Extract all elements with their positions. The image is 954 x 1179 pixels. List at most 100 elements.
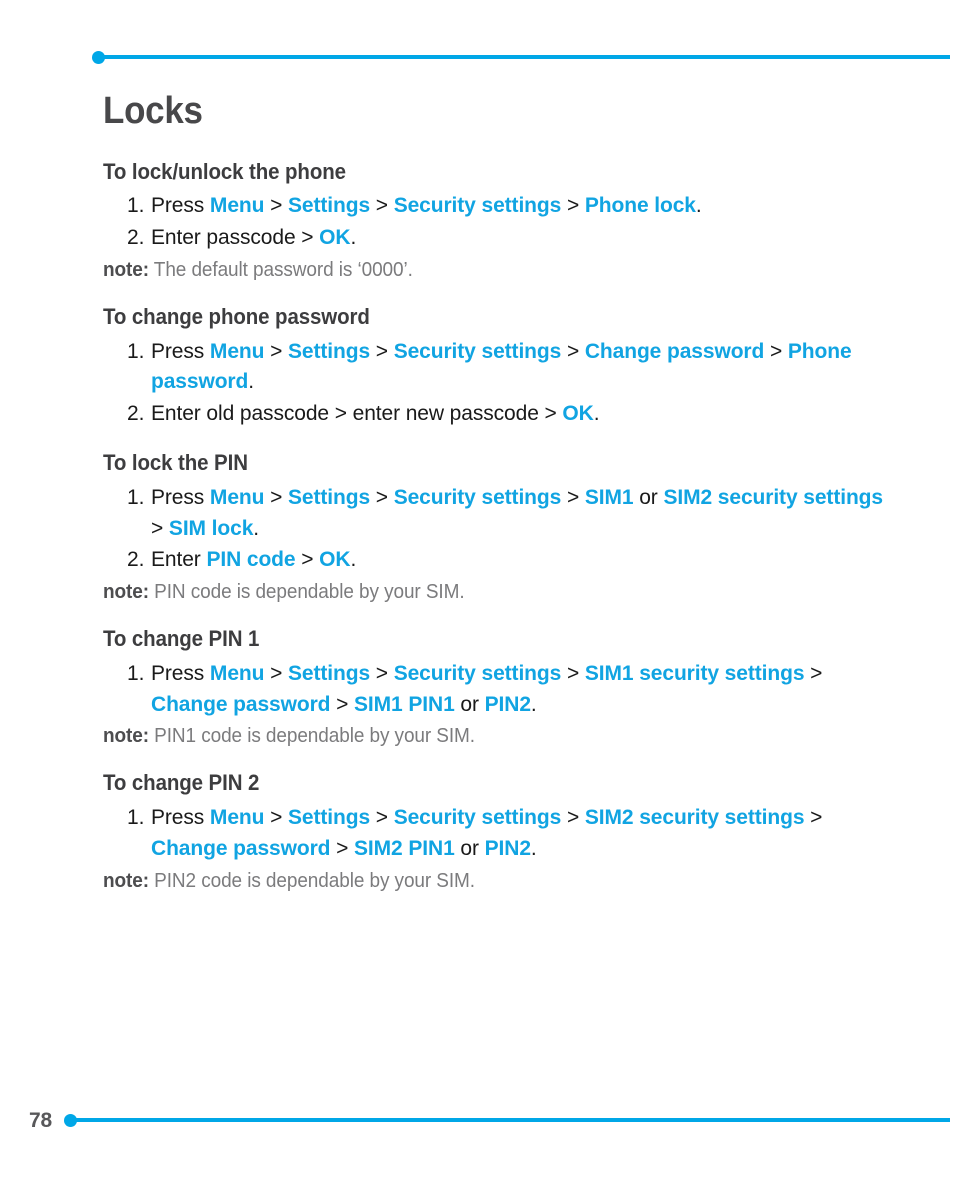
- menu-path-token[interactable]: Change password: [585, 340, 764, 363]
- step-text-fragment: or: [633, 485, 664, 509]
- step-text-fragment: >: [561, 485, 585, 509]
- menu-path-token[interactable]: OK: [562, 402, 593, 425]
- step-text-fragment: or: [454, 692, 485, 716]
- menu-path-token[interactable]: Settings: [288, 340, 370, 363]
- step-text-fragment: .: [530, 692, 537, 716]
- step-text-fragment: .: [248, 370, 254, 394]
- step-list: 1. Press Menu > Settings > Security setti…: [103, 659, 893, 721]
- section-heading: To change phone password: [103, 304, 370, 330]
- menu-path-token[interactable]: OK: [319, 226, 350, 249]
- menu-path-token[interactable]: Security settings: [394, 662, 562, 685]
- note-label: note:: [103, 581, 149, 604]
- section: To change PIN 2 1. Press Menu > Settings >…: [103, 769, 893, 894]
- sections-container: To lock/unlock the phone 1. Press Menu > S…: [103, 158, 893, 895]
- step-text-fragment: .: [350, 226, 357, 250]
- step-text: Press Menu > Settings > Security setting…: [151, 486, 883, 540]
- section-heading: To lock/unlock the phone: [103, 158, 346, 184]
- menu-path-token[interactable]: OK: [319, 548, 350, 571]
- section-heading: To lock the PIN: [103, 450, 248, 476]
- menu-path-token[interactable]: PIN code: [206, 548, 295, 571]
- step-text-fragment: Press: [151, 805, 210, 829]
- step-list: 1. Press Menu > Settings > Security setti…: [103, 483, 893, 577]
- step-text-fragment: >: [804, 661, 823, 685]
- menu-path-token[interactable]: SIM1 PIN1: [354, 693, 455, 716]
- step-text-fragment: .: [350, 548, 357, 572]
- menu-path-token[interactable]: SIM2 PIN1: [354, 837, 455, 860]
- step-text-fragment: >: [370, 805, 394, 829]
- step-text-fragment: >: [561, 339, 585, 363]
- menu-path-token[interactable]: Change password: [151, 837, 330, 860]
- step-marker: 2.: [127, 402, 145, 426]
- note-text: PIN1 code is dependable by your SIM.: [148, 725, 475, 748]
- step-text: Press Menu > Settings > Security setting…: [151, 662, 822, 716]
- menu-path-token[interactable]: Settings: [288, 662, 370, 685]
- step-text-fragment: >: [370, 339, 394, 363]
- step-text-fragment: >: [370, 661, 394, 685]
- step-text-fragment: >: [330, 692, 355, 716]
- step-text-fragment: .: [530, 836, 537, 860]
- step-text: Enter PIN code > OK.: [151, 548, 356, 571]
- step-text-fragment: .: [253, 516, 260, 540]
- note: note: PIN2 code is dependable by your SI…: [103, 867, 854, 895]
- menu-path-token[interactable]: SIM lock: [169, 517, 253, 540]
- step-text-fragment: >: [804, 805, 823, 829]
- step-text-fragment: >: [264, 339, 288, 363]
- note-text: PIN code is dependable by your SIM.: [148, 581, 465, 604]
- menu-path-token[interactable]: Security settings: [394, 486, 562, 509]
- step-text-fragment: Press: [151, 661, 210, 685]
- menu-path-token[interactable]: Menu: [210, 486, 265, 509]
- menu-path-token[interactable]: Settings: [288, 486, 370, 509]
- section: To change phone password 1. Press Menu > S…: [103, 303, 893, 430]
- note-text: PIN2 code is dependable by your SIM.: [148, 869, 475, 892]
- menu-path-token[interactable]: Menu: [210, 194, 265, 217]
- step-text-fragment: >: [370, 485, 394, 509]
- menu-path-token[interactable]: Change password: [151, 693, 330, 716]
- step-text-fragment: Enter passcode >: [151, 226, 320, 250]
- step-marker: 2.: [127, 548, 145, 572]
- step-item: 2. Enter old passcode > enter new passcod…: [103, 399, 893, 430]
- menu-path-token[interactable]: PIN2: [485, 693, 531, 716]
- menu-path-token[interactable]: SIM2 security settings: [585, 806, 805, 829]
- menu-path-token[interactable]: SIM2 security settings: [663, 486, 883, 509]
- step-marker: 1.: [127, 661, 145, 685]
- menu-path-token[interactable]: Menu: [210, 340, 265, 363]
- section: To change PIN 1 1. Press Menu > Settings >…: [103, 625, 893, 750]
- menu-path-token[interactable]: Settings: [288, 806, 370, 829]
- menu-path-token[interactable]: Security settings: [394, 340, 562, 363]
- menu-path-token[interactable]: Security settings: [394, 194, 562, 217]
- step-text-fragment: >: [764, 339, 788, 363]
- step-text-fragment: or: [454, 836, 485, 860]
- menu-path-token[interactable]: Menu: [210, 662, 265, 685]
- note: note: The default password is ‘0000’.: [103, 256, 854, 284]
- step-text-fragment: >: [561, 194, 585, 218]
- step-text-fragment: >: [151, 516, 169, 540]
- menu-path-token[interactable]: Security settings: [394, 806, 562, 829]
- step-text-fragment: >: [370, 194, 394, 218]
- step-marker: 1.: [127, 485, 145, 509]
- note-label: note:: [103, 869, 149, 892]
- step-item: 1. Press Menu > Settings > Security setti…: [103, 337, 893, 399]
- menu-path-token[interactable]: SIM1: [585, 486, 634, 509]
- step-list: 1. Press Menu > Settings > Security setti…: [103, 337, 893, 431]
- menu-path-token[interactable]: Settings: [288, 194, 370, 217]
- menu-path-token[interactable]: PIN2: [485, 837, 531, 860]
- menu-path-token[interactable]: Menu: [210, 806, 265, 829]
- page-number: 78: [29, 1108, 52, 1132]
- step-text-fragment: >: [561, 661, 585, 685]
- step-list: 1. Press Menu > Settings > Security setti…: [103, 191, 893, 254]
- menu-path-token[interactable]: SIM1 security settings: [585, 662, 805, 685]
- note-label: note:: [103, 259, 149, 282]
- note-label: note:: [103, 725, 149, 748]
- step-marker: 1.: [127, 805, 145, 829]
- section-heading: To change PIN 1: [103, 626, 260, 652]
- section: To lock/unlock the phone 1. Press Menu > S…: [103, 158, 893, 284]
- rule-line: [104, 55, 950, 59]
- step-text: Enter old passcode > enter new passcode …: [151, 402, 600, 426]
- step-text: Enter passcode > OK.: [151, 226, 356, 249]
- step-text-fragment: Press: [151, 194, 210, 218]
- step-text-fragment: Enter old passcode > enter new passcode …: [151, 402, 563, 426]
- step-item: 2. Enter passcode > OK.: [103, 223, 893, 254]
- step-text-fragment: >: [330, 836, 355, 860]
- menu-path-token[interactable]: Phone lock: [585, 194, 696, 217]
- footer-rule: 78: [0, 1108, 954, 1132]
